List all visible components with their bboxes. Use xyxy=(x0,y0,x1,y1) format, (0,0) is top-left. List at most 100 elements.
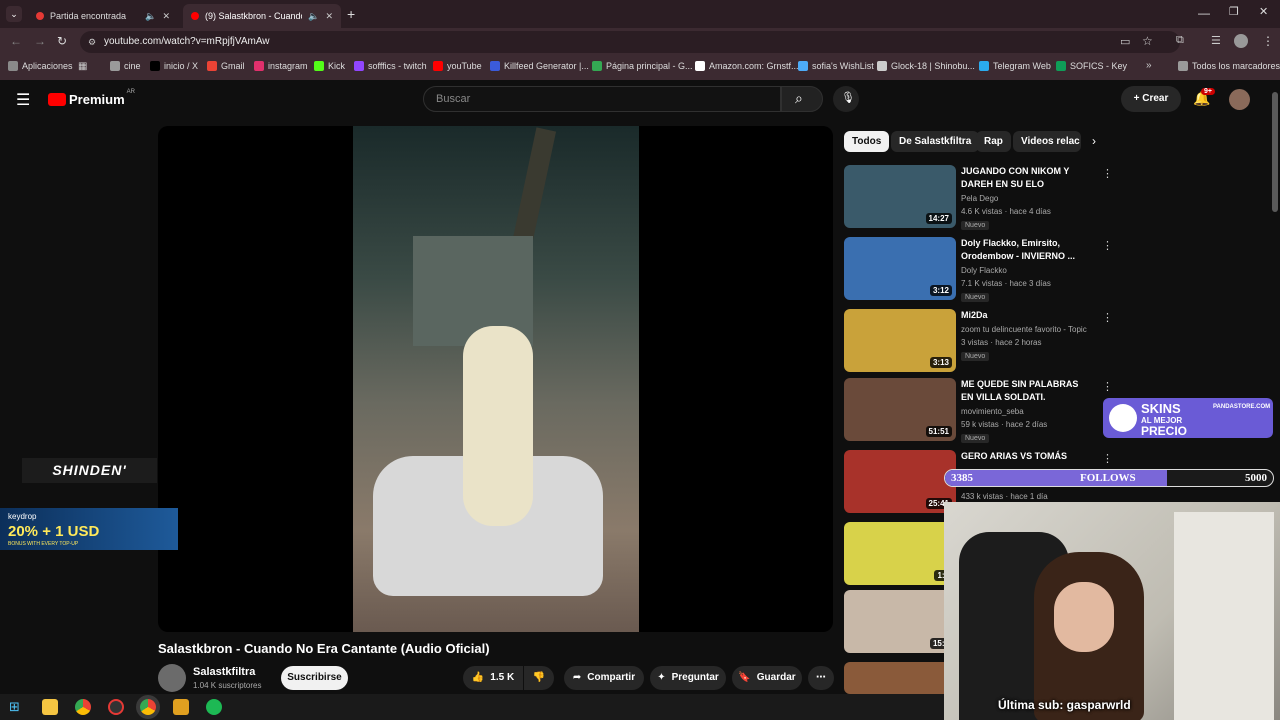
bookmark-todos-marcadores[interactable]: Todos los marcadores xyxy=(1178,61,1280,71)
reload-icon[interactable]: ↻ xyxy=(57,34,67,48)
bookmark-instagram[interactable]: instagram xyxy=(254,61,308,71)
site-info-icon[interactable]: ⚙ xyxy=(88,31,96,53)
tool-icon[interactable] xyxy=(173,699,189,715)
bookmark-x[interactable]: inicio / X xyxy=(150,61,198,71)
video-thumbnail: 1:4 xyxy=(844,522,956,585)
more-options-icon[interactable]: ⋮ xyxy=(1102,167,1113,180)
close-icon[interactable]: ✕ xyxy=(325,11,333,22)
amazon-icon xyxy=(695,61,705,71)
keydrop-banner: keydrop 20% + 1 USD BONUS WITH EVERY TOP… xyxy=(0,508,178,550)
search-icon: ⌕ xyxy=(795,90,803,106)
more-bookmarks-icon[interactable]: » xyxy=(1146,60,1152,71)
restore-button[interactable]: ❐ xyxy=(1229,5,1239,18)
hamburger-menu-icon[interactable]: ☰ xyxy=(16,90,30,110)
menu-icon[interactable]: ⋮ xyxy=(1262,34,1274,48)
chip-videos-relacionados[interactable]: Videos relac xyxy=(1013,131,1081,152)
follows-goal: 5000 xyxy=(1245,472,1267,484)
tab-partida-encontrada[interactable]: Partida encontrada 🔈 ✕ xyxy=(28,4,178,28)
channel-name: Pela Dego xyxy=(961,194,999,203)
search-button[interactable]: ⌕ xyxy=(781,86,823,112)
chrome-icon[interactable] xyxy=(75,699,91,715)
url-field[interactable]: ⚙ youtube.com/watch?v=mRpjfjVAmAw xyxy=(80,31,1180,53)
youtube-logo[interactable]: Premium AR xyxy=(48,89,135,107)
bookmark-cine[interactable]: cine xyxy=(110,61,141,71)
bookmark-gmail[interactable]: Gmail xyxy=(207,61,245,71)
more-options-icon[interactable]: ⋮ xyxy=(1102,239,1113,252)
save-button[interactable]: 🔖 Guardar xyxy=(732,666,802,690)
bookmark-label: Aplicaciones xyxy=(22,61,73,71)
tab-youtube-video[interactable]: (9) Salastkbron - Cuando N 🔈 ✕ xyxy=(183,4,341,28)
extensions-icon[interactable]: ⧉ xyxy=(1176,34,1184,47)
youtube-play-icon xyxy=(48,93,66,106)
channel-name[interactable]: Salastkfiltra xyxy=(193,666,255,678)
bookmark-sofics-key[interactable]: SOFICS - Key xyxy=(1056,61,1127,71)
subscribe-button[interactable]: Suscribirse xyxy=(281,666,348,690)
voice-search-button[interactable]: 🎙 xyxy=(833,86,859,112)
bookmark-twitch[interactable]: sofffics - twitch xyxy=(354,61,427,71)
grid-icon[interactable]: ▦ xyxy=(78,61,87,72)
bookmark-glock[interactable]: Glock-18 | Shinobu... xyxy=(877,61,975,71)
dislike-button[interactable]: 👎 xyxy=(524,666,554,690)
new-tab-button[interactable]: + xyxy=(347,6,355,22)
bookmark-amazon[interactable]: Amazon.com: Grnstf... xyxy=(695,61,799,71)
url-text: youtube.com/watch?v=mRpjfjVAmAw xyxy=(104,36,270,47)
related-video[interactable]: 3:13 Mi2Da zoom tu delincuente favorito … xyxy=(844,309,1113,373)
back-icon[interactable]: ← xyxy=(10,34,22,48)
close-icon[interactable]: ✕ xyxy=(162,11,170,22)
chip-de-salastkfiltra[interactable]: De Salastkfiltra xyxy=(891,131,980,152)
forward-icon[interactable]: → xyxy=(34,34,46,48)
speaker-icon[interactable]: 🔈 xyxy=(308,11,319,22)
bookmark-kick[interactable]: Kick xyxy=(314,61,345,71)
notifications-button[interactable]: 🔔 9+ xyxy=(1193,88,1215,108)
page-scrollbar[interactable] xyxy=(1272,92,1278,212)
video-player[interactable] xyxy=(158,126,833,632)
bookmark-killfeed[interactable]: Killfeed Generator |... xyxy=(490,61,589,71)
related-video[interactable]: 51:51 ME QUEDE SIN PALABRAS EN VILLA SOL… xyxy=(844,378,1113,443)
more-options-icon[interactable]: ⋮ xyxy=(1102,311,1113,324)
bookmark-wishlist[interactable]: sofia's WishList xyxy=(798,61,874,71)
more-options-icon[interactable]: ⋮ xyxy=(1102,380,1113,393)
bookmark-telegram[interactable]: Telegram Web xyxy=(979,61,1051,71)
youtube-icon xyxy=(433,61,443,71)
subscriber-count: 1.04 K suscriptores xyxy=(193,681,262,690)
duration-label: 51:51 xyxy=(925,426,952,437)
spotify-icon[interactable] xyxy=(206,699,222,715)
bookmark-label: Killfeed Generator |... xyxy=(504,61,589,71)
duration-label: 14:27 xyxy=(925,213,952,224)
video-thumbnail: 14:27 xyxy=(844,165,956,228)
file-explorer-icon[interactable] xyxy=(42,699,58,715)
chrome-active-icon[interactable] xyxy=(140,699,156,715)
cast-icon[interactable]: ▭ xyxy=(1120,35,1130,48)
related-video[interactable]: 3:12 Doly Flackko, Emirsito, Orodembow -… xyxy=(844,237,1113,302)
app-icon[interactable] xyxy=(108,699,124,715)
chip-rap[interactable]: Rap xyxy=(976,131,1011,152)
bookmark-youtube[interactable]: youTube xyxy=(433,61,482,71)
reading-list-icon[interactable]: ☰ xyxy=(1211,34,1221,47)
bookmarks-bar: Aplicaciones ▦ cine inicio / X Gmail ins… xyxy=(0,56,1280,80)
minimize-button[interactable]: — xyxy=(1198,6,1210,20)
search-input[interactable]: Buscar xyxy=(423,86,781,112)
sheets-icon xyxy=(1056,61,1066,71)
more-actions-button[interactable]: ⋯ xyxy=(808,666,834,690)
tab-list-icon[interactable]: ⌄ xyxy=(6,6,22,22)
more-options-icon[interactable]: ⋮ xyxy=(1102,452,1113,465)
windows-start-icon[interactable]: ⊞ xyxy=(9,699,20,715)
account-avatar[interactable] xyxy=(1229,89,1250,110)
star-icon[interactable]: ☆ xyxy=(1142,34,1153,48)
bookmark-pagina-principal[interactable]: Página principal - G... xyxy=(592,61,693,71)
share-button[interactable]: ➦ Compartir xyxy=(564,666,644,690)
bookmark-aplicaciones[interactable]: Aplicaciones xyxy=(8,61,73,71)
chip-todos[interactable]: Todos xyxy=(844,131,890,152)
like-button[interactable]: 👍 1.5 K xyxy=(463,666,523,690)
ask-button[interactable]: ✦ Preguntar xyxy=(650,666,726,690)
profile-icon[interactable] xyxy=(1234,34,1248,48)
speaker-icon[interactable]: 🔈 xyxy=(145,11,156,22)
close-window-button[interactable]: ✕ xyxy=(1259,5,1268,18)
follows-goal-bar: 3385 FOLLOWS 5000 xyxy=(944,469,1274,487)
bookmark-label: SOFICS - Key xyxy=(1070,61,1128,71)
bookmark-label: Telegram Web xyxy=(993,61,1051,71)
create-button[interactable]: + Crear xyxy=(1121,86,1181,112)
chevron-right-icon[interactable]: › xyxy=(1092,134,1096,148)
related-video[interactable]: 14:27 JUGANDO CON NIKOM Y DAREH EN SU EL… xyxy=(844,165,1113,230)
channel-avatar[interactable] xyxy=(158,664,186,692)
